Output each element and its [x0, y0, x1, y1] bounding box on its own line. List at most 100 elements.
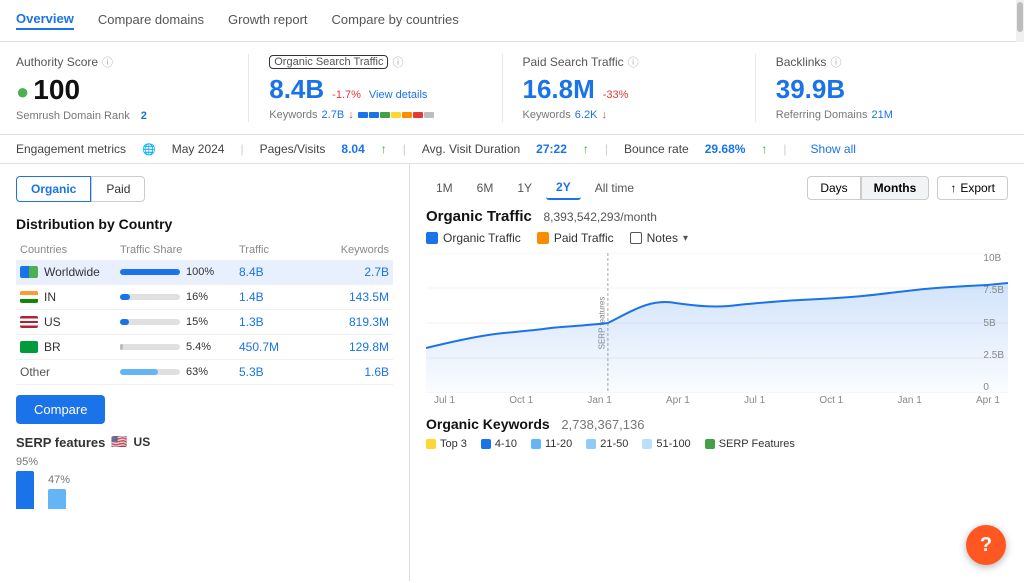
paid-legend-dot: [537, 232, 549, 244]
organic-search-value: 8.4B: [269, 74, 324, 105]
x-label-apr1-2: Apr 1: [976, 395, 1000, 406]
chart-title-row: Organic Traffic 8,393,542,293/month: [426, 208, 1008, 225]
4-10-dot: [481, 439, 491, 449]
keywords-title: Organic Keywords: [426, 416, 550, 432]
kw-legend-11-20[interactable]: 11-20: [531, 438, 572, 450]
engagement-bar: Engagement metrics 🌐 May 2024 | Pages/Vi…: [0, 135, 1024, 164]
kw-other: 1.6B: [309, 365, 389, 379]
table-row: IN 16% 1.4B 143.5M: [16, 285, 393, 310]
time-2y[interactable]: 2Y: [546, 176, 581, 200]
backlinks-value: 39.9B: [776, 74, 845, 104]
tab-organic[interactable]: Organic: [16, 176, 91, 202]
kw-legend-top3[interactable]: Top 3: [426, 438, 467, 450]
view-days[interactable]: Days: [807, 176, 860, 200]
paid-kw-value: 6.2K: [575, 109, 598, 121]
pages-visits-value: 8.04: [341, 142, 364, 156]
scrollbar[interactable]: [1016, 0, 1024, 42]
x-label-apr1: Apr 1: [666, 395, 690, 406]
nav-compare-domains[interactable]: Compare domains: [98, 12, 204, 29]
time-1m[interactable]: 1M: [426, 176, 463, 200]
organic-kw-value: 2.7B: [322, 109, 345, 121]
backlinks-sub: Referring Domains 21M: [776, 109, 988, 121]
backlinks-info-icon: ⓘ: [830, 54, 841, 70]
engagement-globe-icon: 🌐: [142, 143, 156, 156]
top3-dot: [426, 439, 436, 449]
country-name: IN: [20, 290, 120, 304]
view-toggle: Days Months: [807, 176, 929, 200]
traffic-us: 1.3B: [239, 315, 309, 329]
x-label-oct1: Oct 1: [509, 395, 533, 406]
pages-visits-label: Pages/Visits: [260, 142, 326, 156]
notes-legend-dot: [630, 232, 642, 244]
tab-row: Organic Paid: [16, 176, 393, 202]
bounce-rate-label: Bounce rate: [624, 142, 689, 156]
time-all[interactable]: All time: [585, 176, 644, 200]
export-button[interactable]: ↑ Export: [937, 176, 1008, 200]
keywords-count: 2,738,367,136: [561, 417, 644, 432]
paid-search-sub: Keywords 6.2K ↓: [523, 109, 735, 121]
backlinks-label: Backlinks ⓘ: [776, 54, 988, 70]
traffic-br: 450.7M: [239, 340, 309, 354]
info-icon: ⓘ: [102, 54, 113, 70]
bar-bg-br: [120, 344, 180, 350]
legend-notes[interactable]: Notes ▾: [630, 231, 688, 245]
notes-legend-label: Notes: [647, 231, 678, 245]
organic-legend-label: Organic Traffic: [443, 231, 521, 245]
tab-paid[interactable]: Paid: [91, 176, 145, 202]
worldwide-icon: [20, 266, 38, 278]
view-months[interactable]: Months: [861, 176, 930, 200]
bar-fill-us: [120, 319, 129, 325]
bar-bg-in: [120, 294, 180, 300]
time-1y[interactable]: 1Y: [507, 176, 542, 200]
country-name: Other: [20, 365, 120, 379]
kw-legend-4-10[interactable]: 4-10: [481, 438, 517, 450]
country-name: Worldwide: [20, 265, 120, 279]
metric-backlinks: Backlinks ⓘ 39.9B Referring Domains 21M: [756, 54, 1008, 122]
chart-area: SERP features 10B 7.5B 5B 2.5B: [426, 253, 1008, 393]
11-20-label: 11-20: [545, 438, 572, 450]
country-name: BR: [20, 340, 120, 354]
4-10-label: 4-10: [495, 438, 517, 450]
traffic-worldwide: 8.4B: [239, 265, 309, 279]
keywords-legend: Top 3 4-10 11-20 21-50 51-100: [426, 438, 1008, 450]
export-icon: ↑: [950, 181, 956, 195]
legend-organic[interactable]: Organic Traffic: [426, 231, 521, 245]
traffic-in: 1.4B: [239, 290, 309, 304]
x-label-jan1: Jan 1: [587, 395, 611, 406]
organic-search-sub: Keywords 2.7B ↓: [269, 109, 481, 121]
bar-worldwide: [120, 269, 180, 275]
nav-growth-report[interactable]: Growth report: [228, 12, 307, 29]
notes-chevron-icon: ▾: [683, 233, 688, 244]
nav-compare-countries[interactable]: Compare by countries: [332, 12, 459, 29]
paid-legend-label: Paid Traffic: [554, 231, 614, 245]
right-panel: 1M 6M 1Y 2Y All time Days Months ↑ Expor…: [410, 164, 1024, 581]
bar-bg-other: [120, 369, 180, 375]
kw-legend-21-50[interactable]: 21-50: [586, 438, 628, 450]
flag-us: [20, 316, 38, 328]
time-6m[interactable]: 6M: [467, 176, 504, 200]
compare-button[interactable]: Compare: [16, 395, 105, 424]
chart-subtitle: 8,393,542,293/month: [544, 210, 657, 224]
serp-bar-1: [16, 471, 34, 509]
organic-search-badge: -1.7%: [332, 89, 361, 101]
kw-legend-51-100[interactable]: 51-100: [642, 438, 690, 450]
bar-bg-us: [120, 319, 180, 325]
top3-label: Top 3: [440, 438, 467, 450]
kw-worldwide: 2.7B: [309, 265, 389, 279]
view-details-link[interactable]: View details: [369, 89, 428, 101]
help-button[interactable]: ?: [966, 525, 1006, 565]
bounce-rate-value: 29.68%: [705, 142, 746, 156]
authority-score-label: Authority Score ⓘ: [16, 54, 228, 70]
kw-legend-serp[interactable]: SERP Features: [705, 438, 795, 450]
country-name: US: [20, 315, 120, 329]
paid-search-badge: -33%: [603, 89, 629, 101]
legend-paid[interactable]: Paid Traffic: [537, 231, 614, 245]
avg-visit-label: Avg. Visit Duration: [422, 142, 520, 156]
metric-organic-search: Organic Search Traffic ⓘ 8.4B -1.7% View…: [249, 54, 502, 122]
nav-overview[interactable]: Overview: [16, 11, 74, 30]
chart-legend: Organic Traffic Paid Traffic Notes ▾: [426, 231, 1008, 245]
show-all-link[interactable]: Show all: [811, 142, 856, 156]
bar-fill-br: [120, 344, 123, 350]
bar-fill-in: [120, 294, 130, 300]
flag-br: [20, 341, 38, 353]
